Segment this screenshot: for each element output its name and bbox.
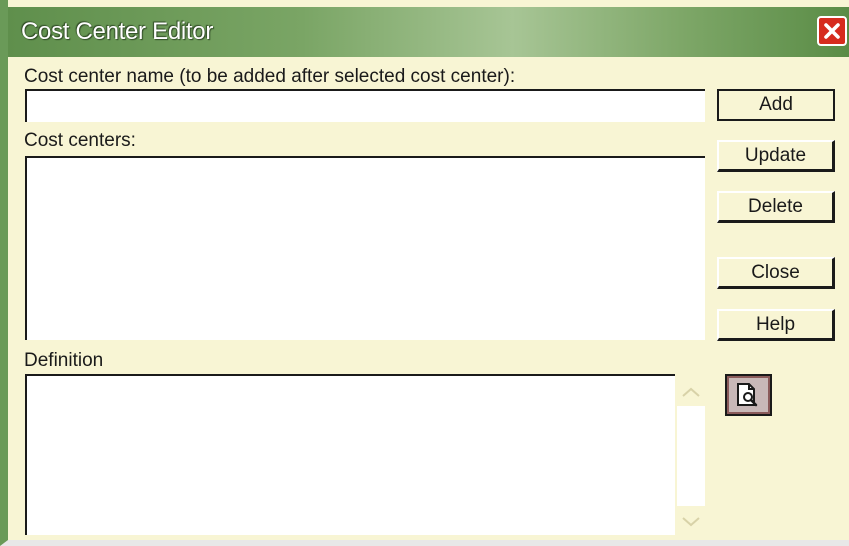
help-button[interactable]: Help	[717, 309, 835, 341]
cost-center-editor-dialog: Cost Center Editor Cost center name (to …	[0, 0, 849, 546]
cost-center-name-input[interactable]	[25, 89, 705, 122]
cost-centers-list[interactable]	[25, 156, 705, 340]
definition-label: Definition	[24, 350, 104, 371]
cost-centers-label: Cost centers:	[24, 130, 136, 151]
close-button[interactable]: Close	[717, 257, 835, 289]
scroll-down-arrow-icon[interactable]	[681, 516, 701, 528]
scroll-up-arrow-icon[interactable]	[681, 386, 701, 398]
title-bar[interactable]: Cost Center Editor	[8, 7, 849, 57]
delete-button[interactable]: Delete	[717, 191, 835, 223]
update-button[interactable]: Update	[717, 140, 835, 172]
definition-preview-button[interactable]	[725, 374, 772, 416]
cost-center-name-label: Cost center name (to be added after sele…	[24, 66, 516, 87]
definition-textarea[interactable]	[25, 374, 675, 535]
scrollbar-track[interactable]	[677, 406, 705, 506]
definition-scrollbar[interactable]	[675, 378, 707, 535]
document-magnifier-icon	[737, 383, 758, 407]
add-button[interactable]: Add	[717, 89, 835, 121]
window-title: Cost Center Editor	[21, 18, 214, 45]
close-x-icon[interactable]	[817, 16, 847, 46]
